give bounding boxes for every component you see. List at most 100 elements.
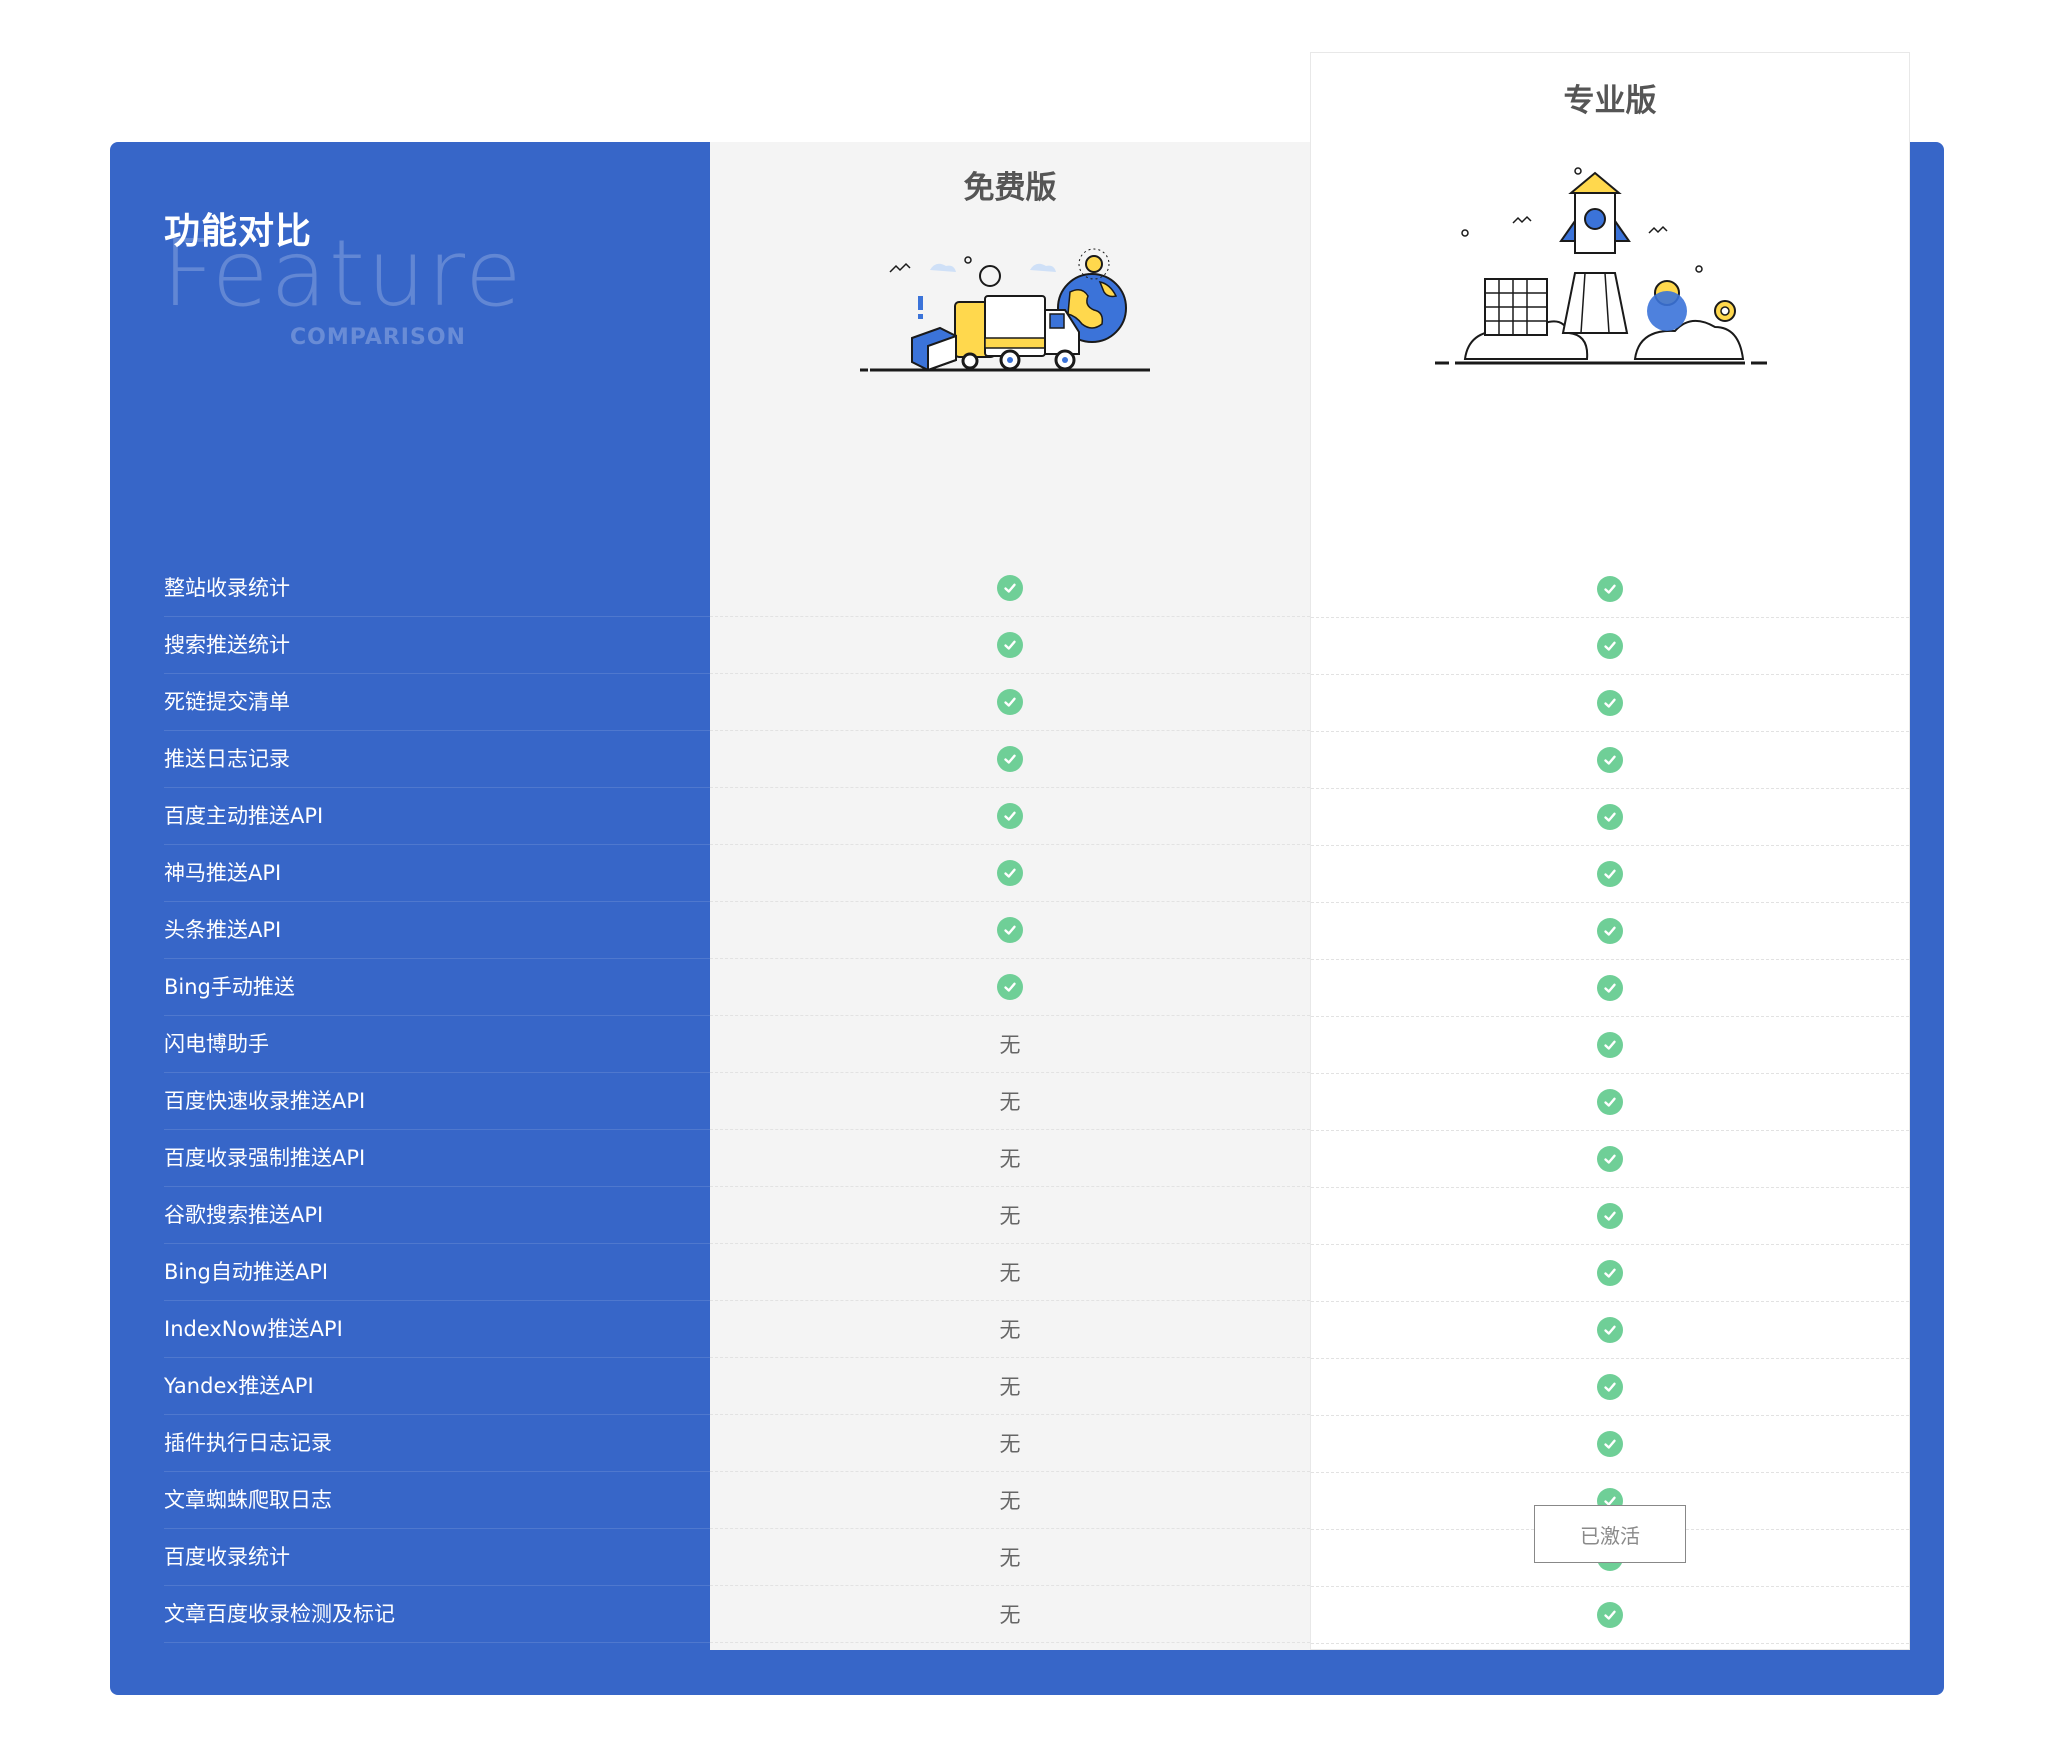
pro-plan-name: 专业版 bbox=[1563, 83, 1657, 119]
feature-row: 百度收录统计 bbox=[110, 1529, 710, 1586]
not-available-text: 无 bbox=[999, 1432, 1021, 1456]
feature-label: 谷歌搜索推送API bbox=[164, 1187, 710, 1244]
feature-label: 推送日志记录 bbox=[164, 731, 710, 788]
feature-row: 插件执行日志记录 bbox=[110, 1415, 710, 1472]
check-icon bbox=[1597, 1203, 1623, 1229]
check-icon bbox=[1597, 1260, 1623, 1286]
free-plan-cell: 无 bbox=[710, 1130, 1310, 1187]
watermark-comparison: COMPARISON bbox=[290, 325, 466, 350]
pro-plan-cell bbox=[1311, 732, 1909, 789]
feature-label: 神马推送API bbox=[164, 845, 710, 902]
check-icon bbox=[997, 575, 1023, 601]
feature-label: 死链提交清单 bbox=[164, 674, 710, 731]
free-plan-cell bbox=[710, 560, 1310, 617]
feature-label: 文章蜘蛛爬取日志 bbox=[164, 1472, 710, 1529]
not-available-text: 无 bbox=[999, 1603, 1021, 1627]
free-plan-cell bbox=[710, 845, 1310, 902]
free-plan-cell: 无 bbox=[710, 1586, 1310, 1643]
feature-label: 文章百度收录检测及标记 bbox=[164, 1586, 710, 1643]
check-icon bbox=[1597, 1032, 1623, 1058]
free-plan-cell: 无 bbox=[710, 1358, 1310, 1415]
free-plan-cell bbox=[710, 788, 1310, 845]
feature-label: 插件执行日志记录 bbox=[164, 1415, 710, 1472]
free-plan-cell bbox=[710, 674, 1310, 731]
pro-plan-cell bbox=[1311, 561, 1909, 618]
pro-plan-cell bbox=[1311, 1359, 1909, 1416]
free-plan-cells: 无无无无无无无无无无无 bbox=[710, 560, 1310, 1643]
feature-row: Bing自动推送API bbox=[110, 1244, 710, 1301]
feature-label: 百度收录强制推送API bbox=[164, 1130, 710, 1187]
feature-label: Bing自动推送API bbox=[164, 1244, 710, 1301]
not-available-text: 无 bbox=[999, 1090, 1021, 1114]
feature-row: IndexNow推送API bbox=[110, 1301, 710, 1358]
check-icon bbox=[997, 689, 1023, 715]
pro-plan-cell bbox=[1311, 1245, 1909, 1302]
check-icon bbox=[1597, 1602, 1623, 1628]
free-plan-cell: 无 bbox=[710, 1415, 1310, 1472]
pro-plan-cell bbox=[1311, 1074, 1909, 1131]
pro-plan-cell bbox=[1311, 1302, 1909, 1359]
feature-row: 整站收录统计 bbox=[110, 560, 710, 617]
activated-button[interactable]: 已激活 bbox=[1534, 1505, 1686, 1563]
not-available-text: 无 bbox=[999, 1261, 1021, 1285]
feature-row: 文章百度收录检测及标记 bbox=[110, 1586, 710, 1643]
feature-label: 头条推送API bbox=[164, 902, 710, 959]
pro-plan-cell bbox=[1311, 675, 1909, 732]
check-icon bbox=[1597, 1089, 1623, 1115]
pro-plan-cell bbox=[1311, 789, 1909, 846]
feature-label: 百度主动推送API bbox=[164, 788, 710, 845]
feature-label: 整站收录统计 bbox=[164, 560, 710, 617]
free-plan-cell bbox=[710, 617, 1310, 674]
free-plan-cell bbox=[710, 902, 1310, 959]
not-available-text: 无 bbox=[999, 1204, 1021, 1228]
pro-plan-cell bbox=[1311, 1131, 1909, 1188]
check-icon bbox=[1597, 918, 1623, 944]
delivery-truck-illustration bbox=[860, 248, 1150, 372]
check-icon bbox=[997, 974, 1023, 1000]
pro-plan-cell bbox=[1311, 1587, 1909, 1644]
feature-label: IndexNow推送API bbox=[164, 1301, 710, 1358]
feature-list-column: 功能对比 Feature COMPARISON 整站收录统计 搜索推送统计 死链提交… bbox=[110, 142, 710, 1695]
free-plan-cell: 无 bbox=[710, 1073, 1310, 1130]
feature-label: 百度快速收录推送API bbox=[164, 1073, 710, 1130]
free-plan-cell bbox=[710, 731, 1310, 788]
free-plan-name: 免费版 bbox=[963, 170, 1057, 206]
feature-row: 神马推送API bbox=[110, 845, 710, 902]
check-icon bbox=[1597, 1431, 1623, 1457]
check-icon bbox=[997, 803, 1023, 829]
free-plan-cell: 无 bbox=[710, 1472, 1310, 1529]
check-icon bbox=[1597, 1317, 1623, 1343]
check-icon bbox=[1597, 747, 1623, 773]
check-icon bbox=[1597, 975, 1623, 1001]
feature-row: 死链提交清单 bbox=[110, 674, 710, 731]
feature-row: 百度主动推送API bbox=[110, 788, 710, 845]
check-icon bbox=[997, 860, 1023, 886]
pro-plan-cell bbox=[1311, 1188, 1909, 1245]
check-icon bbox=[997, 917, 1023, 943]
feature-row: 百度收录强制推送API bbox=[110, 1130, 710, 1187]
pro-plan-cell bbox=[1311, 903, 1909, 960]
not-available-text: 无 bbox=[999, 1033, 1021, 1057]
feature-label: Yandex推送API bbox=[164, 1358, 710, 1415]
feature-label: 搜索推送统计 bbox=[164, 617, 710, 674]
not-available-text: 无 bbox=[999, 1318, 1021, 1342]
free-plan-cell bbox=[710, 959, 1310, 1016]
free-plan-cell: 无 bbox=[710, 1187, 1310, 1244]
feature-label: 百度收录统计 bbox=[164, 1529, 710, 1586]
check-icon bbox=[1597, 576, 1623, 602]
pro-plan-cell bbox=[1311, 1416, 1909, 1473]
feature-row: 文章蜘蛛爬取日志 bbox=[110, 1472, 710, 1529]
check-icon bbox=[1597, 633, 1623, 659]
feature-rows: 整站收录统计 搜索推送统计 死链提交清单 推送日志记录 百度主动推送API 神马推送API… bbox=[110, 560, 710, 1643]
free-plan-cell: 无 bbox=[710, 1244, 1310, 1301]
feature-label: Bing手动推送 bbox=[164, 959, 710, 1016]
check-icon bbox=[1597, 861, 1623, 887]
check-icon bbox=[1597, 804, 1623, 830]
free-plan-column: 免费版 无 无 无 无 无 无 无 无 无 无 无 bbox=[710, 142, 1310, 1650]
pro-plan-cell bbox=[1311, 618, 1909, 675]
free-plan-cell: 无 bbox=[710, 1529, 1310, 1586]
feature-label: 闪电博助手 bbox=[164, 1016, 710, 1073]
free-plan-cell: 无 bbox=[710, 1301, 1310, 1358]
check-icon bbox=[1597, 1146, 1623, 1172]
feature-row: 百度快速收录推送API bbox=[110, 1073, 710, 1130]
